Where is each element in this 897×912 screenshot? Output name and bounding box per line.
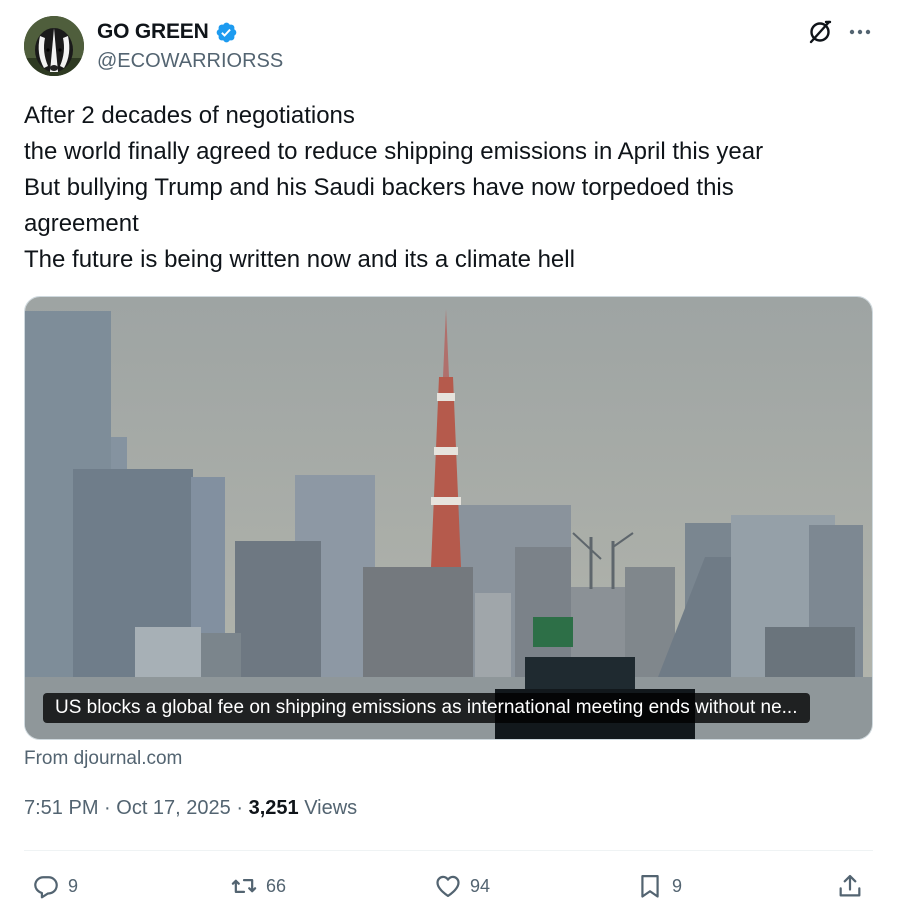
tweet-text: After 2 decades of negotiations the worl… [24,98,864,278]
reply-count: 9 [68,875,79,896]
divider [24,850,873,851]
views-label: Views [298,797,358,819]
author-handle[interactable]: @ECOWARRIORSS [97,50,283,73]
meta-separator: · [98,797,117,819]
badger-avatar-icon [24,16,84,76]
reply-button[interactable]: 9 [32,870,78,902]
tweet-text-line: The future is being written now and its … [24,246,575,273]
share-icon [839,874,861,897]
grok-icon[interactable] [806,18,834,46]
repost-icon [231,879,257,893]
bookmark-icon [641,874,659,898]
repost-count: 66 [266,875,287,896]
tweet-date[interactable]: Oct 17, 2025 [116,797,231,819]
share-button[interactable] [836,870,864,902]
card-source-link[interactable]: From djournal.com [24,748,182,770]
bookmark-count: 9 [672,875,683,896]
like-button[interactable]: 94 [434,870,490,902]
tweet-text-line: But bullying Trump and his Saudi backers… [24,174,734,201]
tweet-meta: 7:51 PM · Oct 17, 2025 · 3,251 Views [24,797,357,820]
bookmark-button[interactable]: 9 [636,870,682,902]
tweet-text-line: After 2 decades of negotiations [24,102,355,129]
like-count: 94 [470,875,491,896]
link-card[interactable]: US blocks a global fee on shipping emiss… [24,296,873,740]
views-count: 3,251 [248,797,299,819]
repost-button[interactable]: 66 [230,870,286,902]
heart-icon [436,875,460,898]
tweet-text-line: the world finally agreed to reduce shipp… [24,138,764,165]
author-display-name[interactable]: GO GREEN [97,20,238,44]
reply-icon [34,876,58,899]
tweet-time[interactable]: 7:51 PM [24,797,98,819]
card-image [25,297,872,739]
verified-badge-icon [216,22,236,42]
tweet-text-line: agreement [24,210,139,237]
more-options-icon[interactable] [846,18,874,46]
meta-separator: · [230,797,249,819]
avatar[interactable] [24,16,84,76]
card-caption: US blocks a global fee on shipping emiss… [43,693,810,723]
author-name-text: GO GREEN [97,20,209,43]
